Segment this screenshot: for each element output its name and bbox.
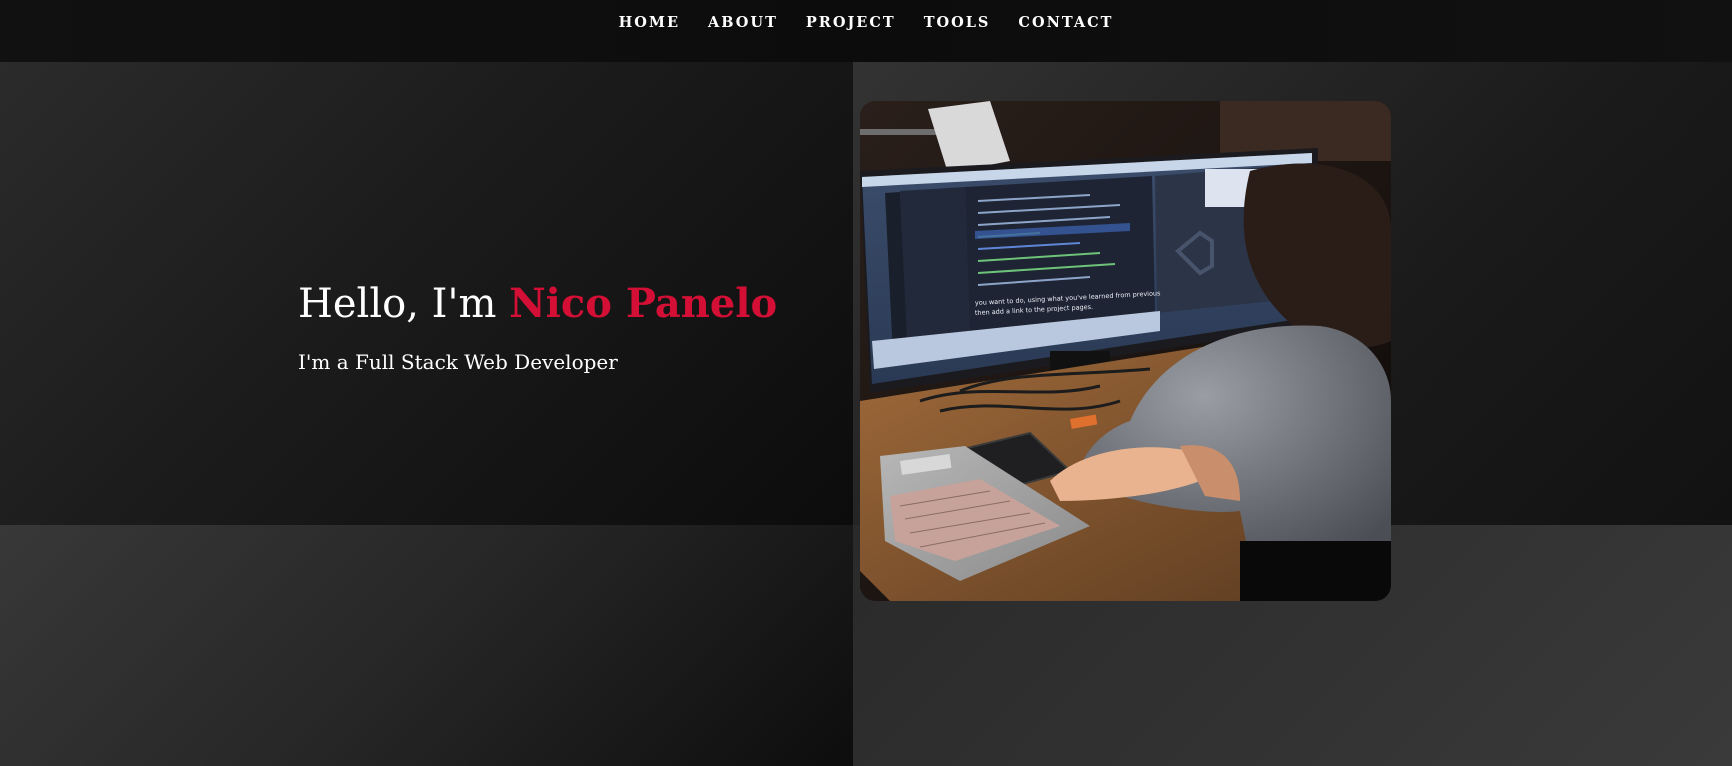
hero-subtitle: I'm a Full Stack Web Developer (298, 350, 618, 374)
nav-link-about[interactable]: ABOUT (708, 14, 778, 31)
hero-photo: you want to do, using what you've learne… (860, 101, 1391, 601)
lamp-arm (860, 129, 940, 135)
hero-title: Hello, I'm Nico Panelo (298, 280, 777, 327)
nav-link-home[interactable]: HOME (619, 14, 680, 31)
file-explorer-panel (900, 187, 970, 351)
nav-link-contact[interactable]: CONTACT (1018, 14, 1113, 31)
page: HOME ABOUT PROJECT TOOLS CONTACT Hello, … (0, 0, 1732, 766)
nav-link-project[interactable]: PROJECT (806, 14, 896, 31)
floor-shadow (1240, 541, 1391, 601)
nav-list: HOME ABOUT PROJECT TOOLS CONTACT (0, 0, 1732, 45)
developer-at-desk-illustration: you want to do, using what you've learne… (860, 101, 1391, 601)
nav-link-tools[interactable]: TOOLS (924, 14, 991, 31)
hero-greeting: Hello, I'm (298, 281, 497, 327)
hero-name: Nico Panelo (509, 280, 778, 327)
top-navbar: HOME ABOUT PROJECT TOOLS CONTACT (0, 0, 1732, 62)
background-bottom-left (0, 525, 853, 766)
